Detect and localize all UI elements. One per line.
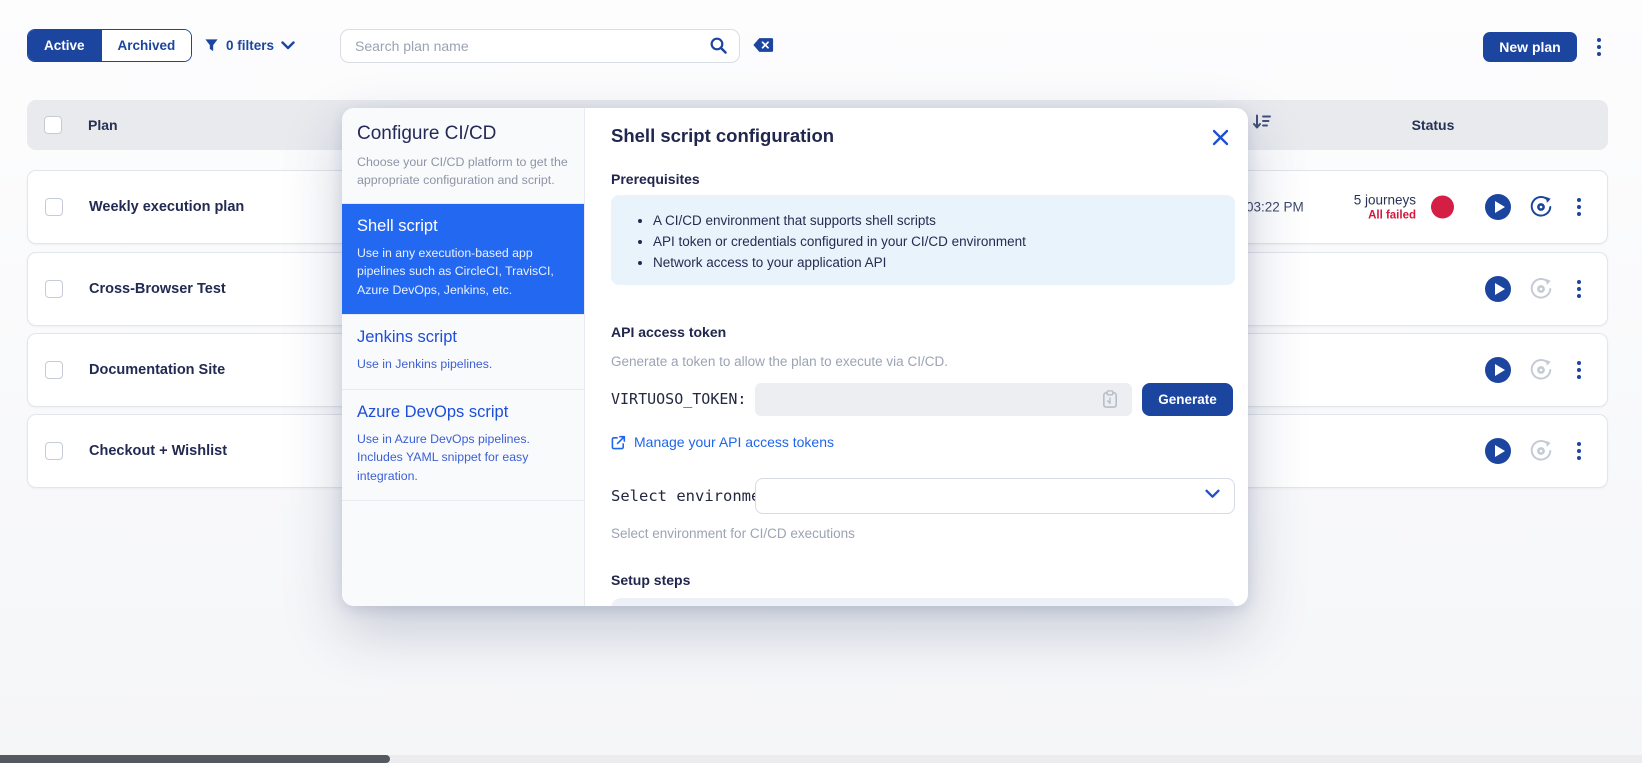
backspace-clear-icon[interactable] [752,36,774,54]
journeys-failed-note: All failed [1368,209,1416,222]
horizontal-scrollbar-thumb[interactable] [0,755,390,763]
search-box [340,29,740,63]
api-token-description: Generate a token to allow the plan to ex… [611,354,948,369]
prerequisite-item: API token or credentials configured in y… [653,231,1215,252]
page-menu-kebab-icon[interactable] [1593,34,1605,60]
search-input[interactable] [340,29,740,63]
environment-select-label: Select environment [611,487,779,505]
manage-tokens-link[interactable]: Manage your API access tokens [611,434,834,450]
clipboard-icon[interactable] [1101,390,1119,409]
filters-dropdown[interactable]: 0 filters [204,29,295,62]
row-checkbox[interactable] [45,198,63,216]
row-checkbox[interactable] [45,361,63,379]
tab-archived[interactable]: Archived [100,30,192,61]
prerequisites-box: A CI/CD environment that supports shell … [611,195,1235,285]
plan-name[interactable]: Checkout + Wishlist [89,443,227,459]
select-all-checkbox[interactable] [44,116,62,134]
plan-name[interactable]: Weekly execution plan [89,199,244,215]
prerequisites-heading: Prerequisites [611,171,700,187]
tab-active[interactable]: Active [28,30,101,61]
prerequisite-item: Network access to your application API [653,252,1215,273]
funnel-icon [205,39,218,52]
setup-code-block-partial [611,598,1235,606]
run-plan-play-icon[interactable] [1485,357,1511,383]
token-env-var-label: VIRTUOSO_TOKEN: [611,390,747,408]
close-icon[interactable] [1207,124,1233,150]
column-header-status: Status [1411,117,1455,133]
row-checkbox[interactable] [45,280,63,298]
environment-select[interactable] [755,478,1235,514]
rerun-sync-icon-disabled [1530,278,1552,299]
last-run-time: 03:22 PM [1246,199,1304,215]
status-failed-dot [1431,195,1454,219]
row-checkbox[interactable] [45,442,63,460]
plans-page: Active Archived 0 filters New plan Plan [0,0,1642,763]
plan-name[interactable]: Documentation Site [89,362,225,378]
journeys-summary: 5 journeys All failed [1306,193,1416,222]
sidebar-item-azure-devops-script[interactable]: Azure DevOps script Use in Azure DevOps … [342,390,584,502]
cicd-platform-sidebar: Configure CI/CD Choose your CI/CD platfo… [342,108,585,606]
setup-steps-heading: Setup steps [611,572,691,588]
modal-sidebar-title: Configure CI/CD [357,123,497,144]
shell-script-config-panel: Shell script configuration Prerequisites… [585,108,1248,606]
chevron-down-icon [281,41,295,50]
sidebar-item-jenkins-script[interactable]: Jenkins script Use in Jenkins pipelines. [342,315,584,390]
token-value-field[interactable] [755,383,1132,416]
api-token-heading: API access token [611,324,727,340]
environment-helper-text: Select environment for CI/CD executions [611,526,855,541]
prerequisite-item: A CI/CD environment that supports shell … [653,210,1215,231]
sidebar-item-shell-script[interactable]: Shell script Use in any execution-based … [342,203,584,316]
configure-cicd-modal: Configure CI/CD Choose your CI/CD platfo… [342,108,1248,606]
rerun-sync-icon-disabled [1530,359,1552,380]
chevron-down-icon [1205,489,1220,498]
run-plan-play-icon[interactable] [1485,438,1511,464]
active-archived-toggle: Active Archived [27,29,193,62]
modal-title: Shell script configuration [611,125,835,146]
row-menu-kebab-icon[interactable] [1573,438,1585,464]
sort-descending-icon[interactable] [1253,114,1271,130]
external-link-icon [611,435,626,449]
new-plan-button[interactable]: New plan [1483,32,1577,62]
rerun-sync-icon-disabled [1530,440,1552,461]
generate-token-button[interactable]: Generate [1142,383,1233,416]
row-menu-kebab-icon[interactable] [1573,357,1585,383]
journeys-count: 5 journeys [1353,192,1416,208]
filters-label: 0 filters [226,38,275,53]
row-menu-kebab-icon[interactable] [1573,276,1585,302]
column-header-plan: Plan [88,117,118,133]
modal-sidebar-description: Choose your CI/CD platform to get the ap… [357,155,568,187]
plan-name[interactable]: Cross-Browser Test [89,281,226,297]
run-plan-play-icon[interactable] [1485,276,1511,302]
search-icon[interactable] [709,36,728,55]
rerun-sync-icon[interactable] [1528,194,1554,220]
row-menu-kebab-icon[interactable] [1573,194,1585,220]
run-plan-play-icon[interactable] [1485,194,1511,220]
